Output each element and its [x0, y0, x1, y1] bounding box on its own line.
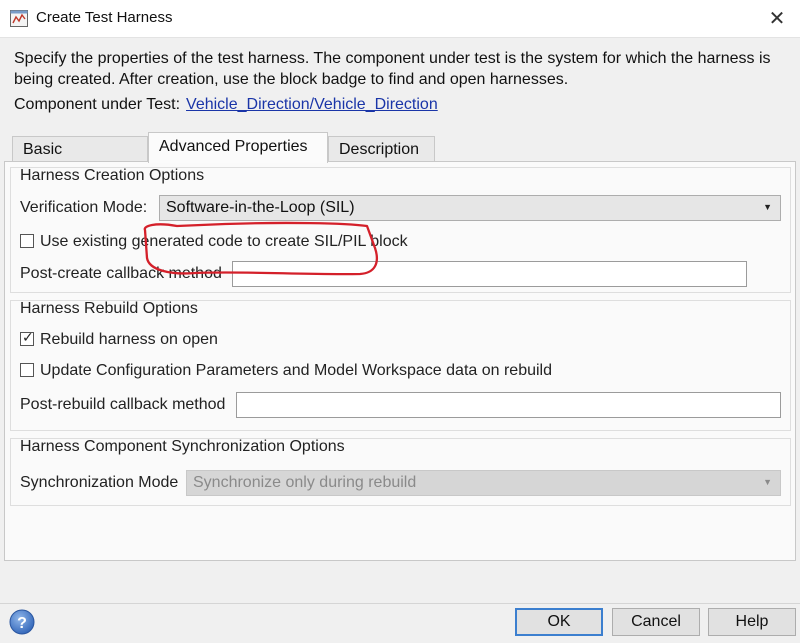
close-icon[interactable]: ✕ — [764, 6, 790, 32]
sync-mode-value: Synchronize only during rebuild — [193, 474, 417, 491]
verification-mode-dropdown[interactable]: Software-in-the-Loop (SIL) ▼ — [159, 195, 781, 221]
help-button[interactable]: Help — [708, 608, 796, 636]
post-create-callback-input[interactable] — [232, 261, 747, 287]
rebuild-on-open-checkbox[interactable]: ✓ Rebuild harness on open — [20, 329, 218, 349]
harness-rebuild-title: Harness Rebuild Options — [20, 300, 198, 317]
harness-creation-title: Harness Creation Options — [20, 167, 205, 184]
tab-advanced-properties[interactable]: Advanced Properties — [148, 132, 328, 163]
ok-button[interactable]: OK — [515, 608, 603, 636]
checkbox-box[interactable] — [20, 363, 34, 377]
checkbox-box[interactable]: ✓ — [20, 329, 34, 346]
verification-mode-label: Verification Mode: — [20, 199, 148, 216]
cancel-button[interactable]: Cancel — [612, 608, 700, 636]
tab-basic-properties[interactable]: Basic Properties — [12, 136, 148, 183]
advanced-properties-panel: Harness Creation Options Verification Mo… — [4, 161, 796, 561]
description-text: Specify the properties of the test harne… — [14, 50, 771, 88]
svg-text:?: ? — [17, 615, 27, 632]
tab-bar: Basic Properties Advanced Properties Des… — [8, 132, 798, 183]
chevron-down-icon: ▼ — [763, 477, 772, 487]
simulink-app-icon — [10, 10, 28, 27]
post-rebuild-label: Post-rebuild callback method — [20, 396, 226, 413]
component-under-test-link[interactable]: Vehicle_Direction/Vehicle_Direction — [186, 96, 438, 113]
harness-rebuild-group: Harness Rebuild Options ✓ Rebuild harness… — [10, 300, 791, 431]
component-under-test-row: Component under Test: Vehicle_Direction/V… — [14, 96, 438, 114]
chevron-down-icon: ▼ — [763, 202, 772, 212]
post-create-label: Post-create callback method — [20, 265, 222, 282]
post-rebuild-callback-input[interactable] — [236, 392, 781, 418]
update-config-label: Update Configuration Parameters and Mode… — [40, 362, 552, 379]
sync-mode-dropdown: Synchronize only during rebuild ▼ — [186, 470, 781, 496]
rebuild-on-open-label: Rebuild harness on open — [40, 331, 218, 348]
harness-creation-group: Harness Creation Options Verification Mo… — [10, 167, 791, 293]
harness-sync-group: Harness Component Synchronization Option… — [10, 438, 791, 506]
use-existing-code-checkbox[interactable]: Use existing generated code to create SI… — [20, 233, 408, 251]
footer-separator — [0, 603, 800, 604]
use-existing-code-label: Use existing generated code to create SI… — [40, 233, 408, 250]
title-bar: Create Test Harness ✕ — [0, 0, 800, 38]
dialog-body: Specify the properties of the test harne… — [0, 38, 800, 643]
help-question-icon[interactable]: ? — [9, 609, 35, 635]
sync-mode-label: Synchronization Mode — [20, 474, 179, 491]
window-title: Create Test Harness — [36, 9, 173, 26]
checkmark-icon: ✓ — [22, 329, 34, 345]
verification-mode-value: Software-in-the-Loop (SIL) — [166, 199, 355, 216]
checkbox-box[interactable] — [20, 234, 34, 248]
update-config-checkbox[interactable]: Update Configuration Parameters and Mode… — [20, 362, 552, 380]
harness-sync-title: Harness Component Synchronization Option… — [20, 438, 345, 455]
tab-description[interactable]: Description — [328, 136, 435, 162]
component-under-test-label: Component under Test: — [14, 96, 181, 113]
